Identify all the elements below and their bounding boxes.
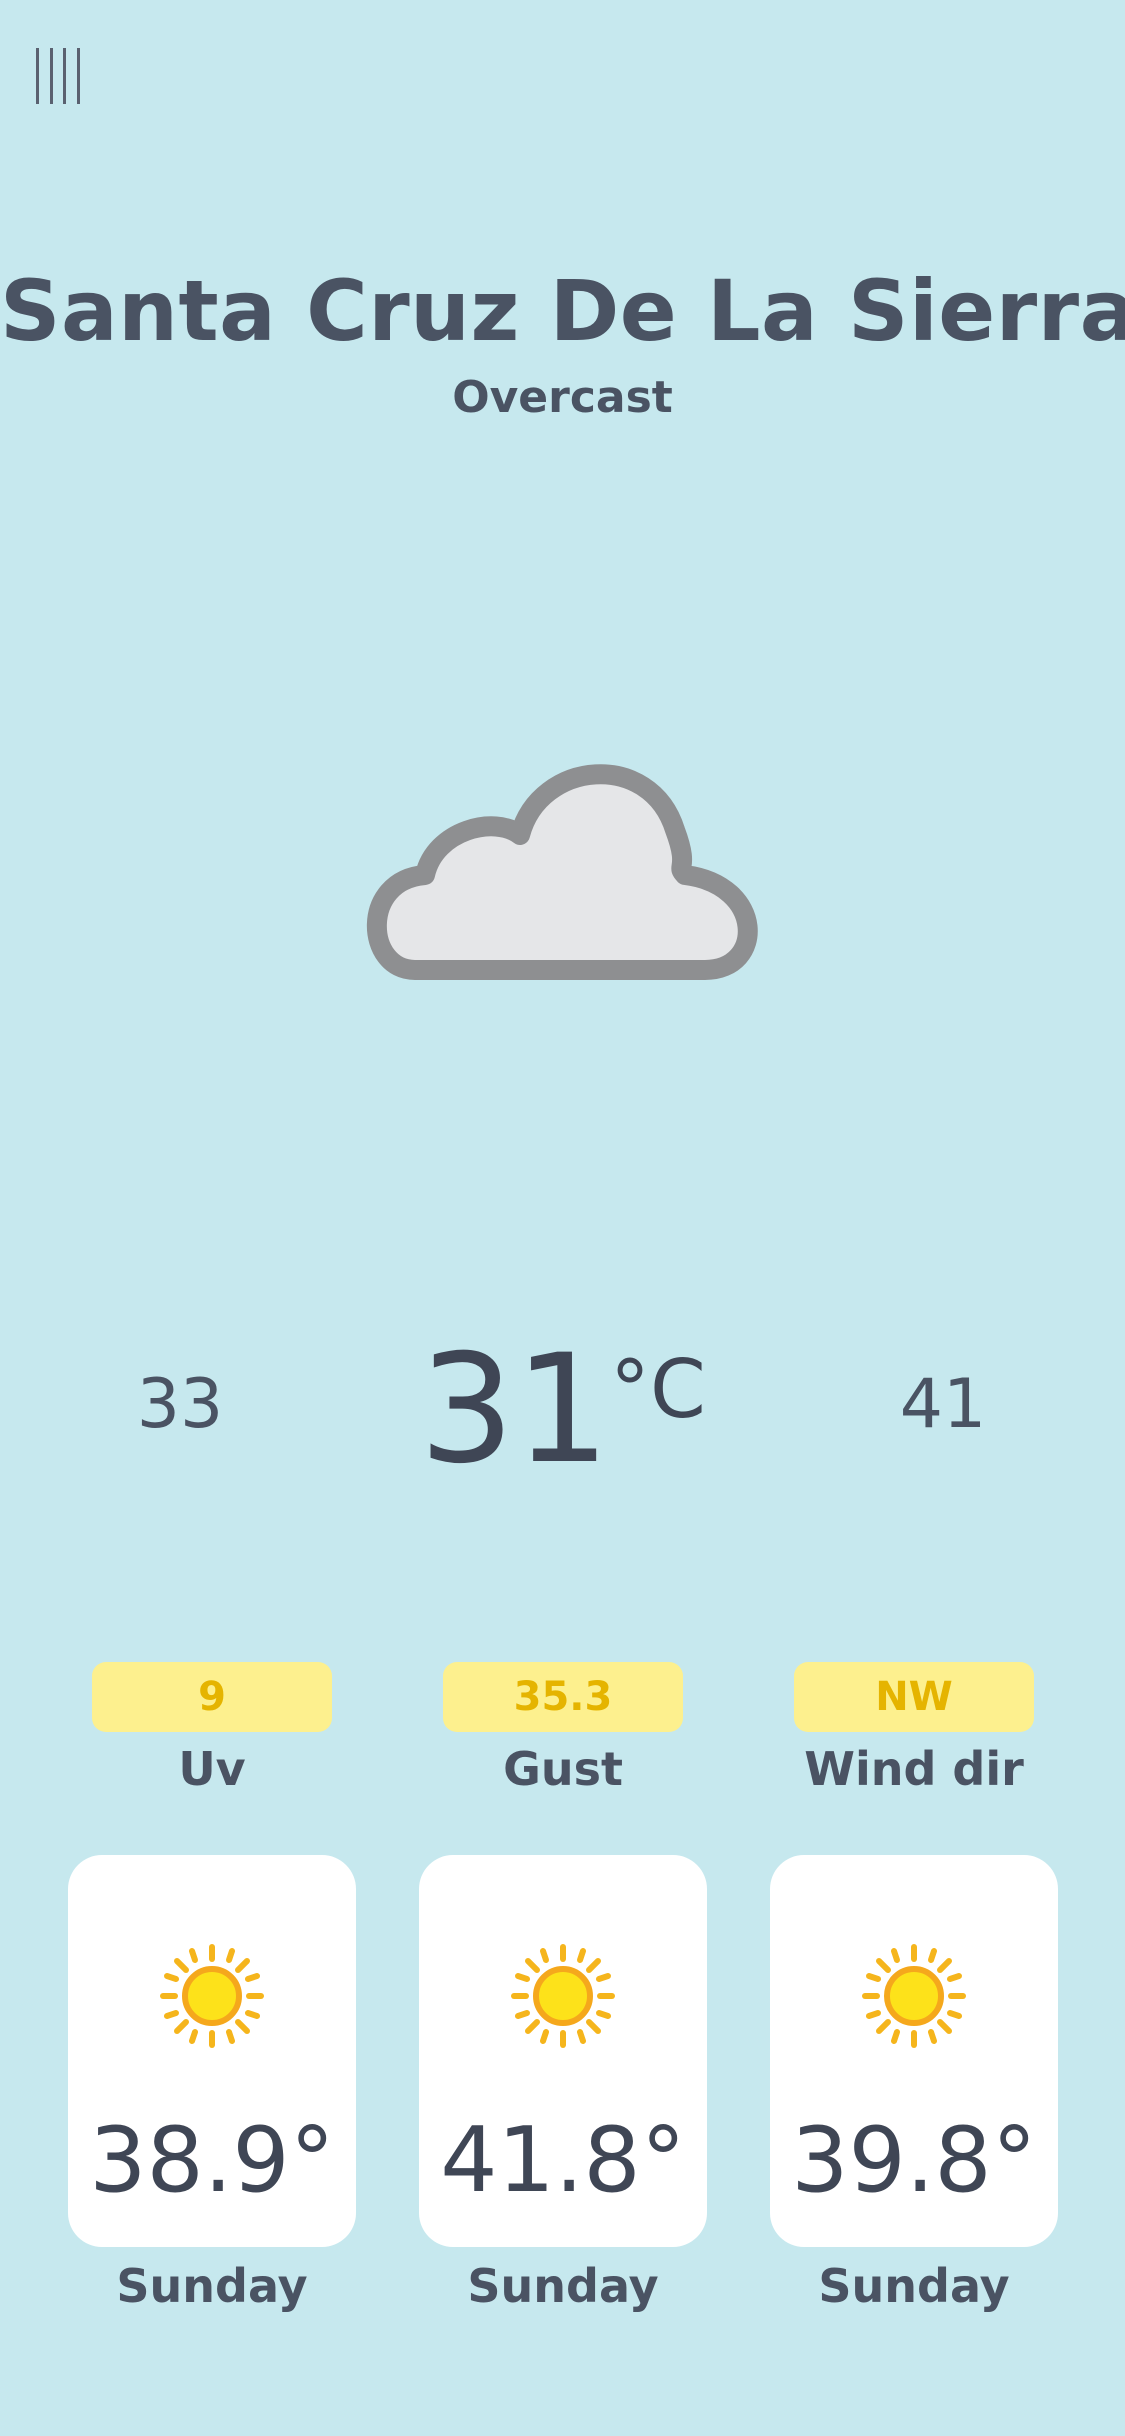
forecast-temp: 39.8°: [791, 2108, 1037, 2213]
stat-uv-value: 9: [92, 1662, 332, 1732]
menu-bar: [36, 48, 39, 104]
stat-uv-label: Uv: [178, 1742, 246, 1796]
city-name: Santa Cruz De La Sierra: [0, 262, 1125, 360]
stat-gust: 35.3 Gust: [443, 1662, 683, 1796]
menu-bar: [63, 48, 67, 104]
stat-wind-dir-label: Wind dir: [804, 1742, 1024, 1796]
forecast-day-name: Sunday: [116, 2259, 308, 2313]
temp-max: 41: [899, 1365, 987, 1444]
forecast-day-name: Sunday: [818, 2259, 1010, 2313]
cloud-icon: [366, 764, 758, 980]
temp-unit: °C: [610, 1343, 706, 1436]
stat-uv: 9 Uv: [92, 1662, 332, 1796]
menu-bar: [49, 48, 53, 104]
menu-button[interactable]: [32, 48, 84, 104]
forecast-temp: 38.9°: [89, 2108, 335, 2213]
forecast-day-name: Sunday: [467, 2259, 659, 2313]
weather-condition: Overcast: [452, 372, 673, 423]
temp-current-value: 31: [419, 1323, 610, 1497]
stat-gust-value: 35.3: [443, 1662, 683, 1732]
forecast-card[interactable]: 41.8°: [419, 1855, 707, 2247]
forecast-temp: 41.8°: [440, 2108, 686, 2213]
sun-icon: [511, 1944, 615, 2048]
stat-gust-label: Gust: [503, 1742, 623, 1796]
forecast-day[interactable]: 41.8° Sunday: [419, 1855, 707, 2313]
sun-icon: [862, 1944, 966, 2048]
stat-wind-dir-value: NW: [794, 1662, 1034, 1732]
forecast-day[interactable]: 39.8° Sunday: [770, 1855, 1058, 2313]
forecast-card[interactable]: 38.9°: [68, 1855, 356, 2247]
sun-icon: [160, 1944, 264, 2048]
menu-bar: [76, 48, 80, 104]
stat-wind-dir: NW Wind dir: [794, 1662, 1034, 1796]
forecast-card[interactable]: 39.8°: [770, 1855, 1058, 2247]
forecast-day[interactable]: 38.9° Sunday: [68, 1855, 356, 2313]
